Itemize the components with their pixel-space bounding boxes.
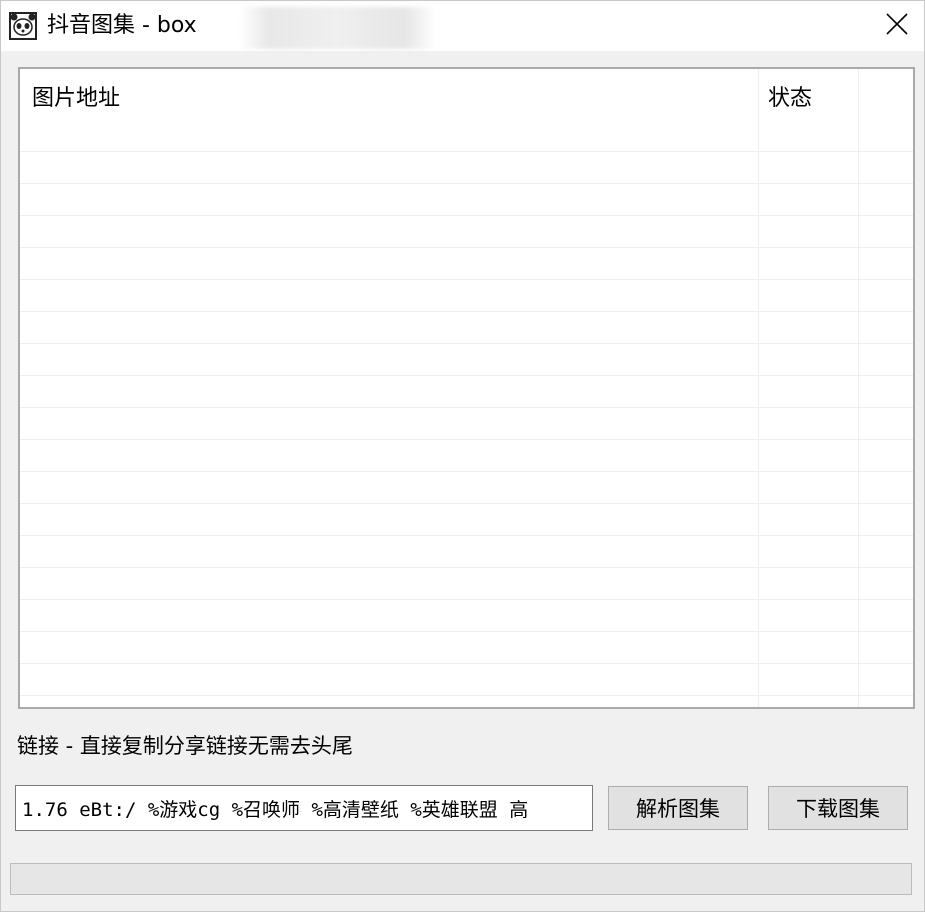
row-separator	[20, 599, 913, 600]
row-separator	[20, 375, 913, 376]
image-list-view[interactable]: 图片地址 状态	[18, 67, 915, 709]
row-separator	[20, 439, 913, 440]
app-window: 抖音图集 - box 图片地址 状态 链接 - 直接复制分享链接无需去头尾 解析…	[0, 0, 925, 912]
row-separator	[20, 535, 913, 536]
row-separator	[20, 215, 913, 216]
progress-bar	[10, 863, 912, 895]
parse-album-button[interactable]: 解析图集	[608, 786, 748, 830]
row-separator	[20, 311, 913, 312]
row-separator	[20, 631, 913, 632]
row-separator	[20, 343, 913, 344]
row-separator	[20, 279, 913, 280]
row-separator	[20, 503, 913, 504]
row-separator	[20, 247, 913, 248]
blurred-title-region	[239, 7, 435, 49]
window-title: 抖音图集 - box	[47, 13, 197, 38]
row-separator	[20, 183, 913, 184]
title-bar[interactable]: 抖音图集 - box	[1, 1, 924, 51]
row-separator	[20, 567, 913, 568]
column-header-status[interactable]: 状态	[768, 69, 812, 129]
download-album-button[interactable]: 下载图集	[768, 786, 908, 830]
list-header: 图片地址 状态	[20, 69, 913, 129]
row-separator	[20, 663, 913, 664]
row-separator	[20, 407, 913, 408]
column-header-image-url[interactable]: 图片地址	[32, 69, 120, 129]
column-divider[interactable]	[858, 69, 859, 707]
share-link-input[interactable]	[15, 785, 593, 831]
row-separator	[20, 151, 913, 152]
panda-face-icon	[9, 12, 37, 40]
row-separator	[20, 471, 913, 472]
link-label: 链接 - 直接复制分享链接无需去头尾	[17, 734, 353, 758]
column-divider[interactable]	[758, 69, 759, 707]
close-icon	[885, 12, 909, 40]
close-button[interactable]	[869, 1, 924, 51]
row-separator	[20, 695, 913, 696]
